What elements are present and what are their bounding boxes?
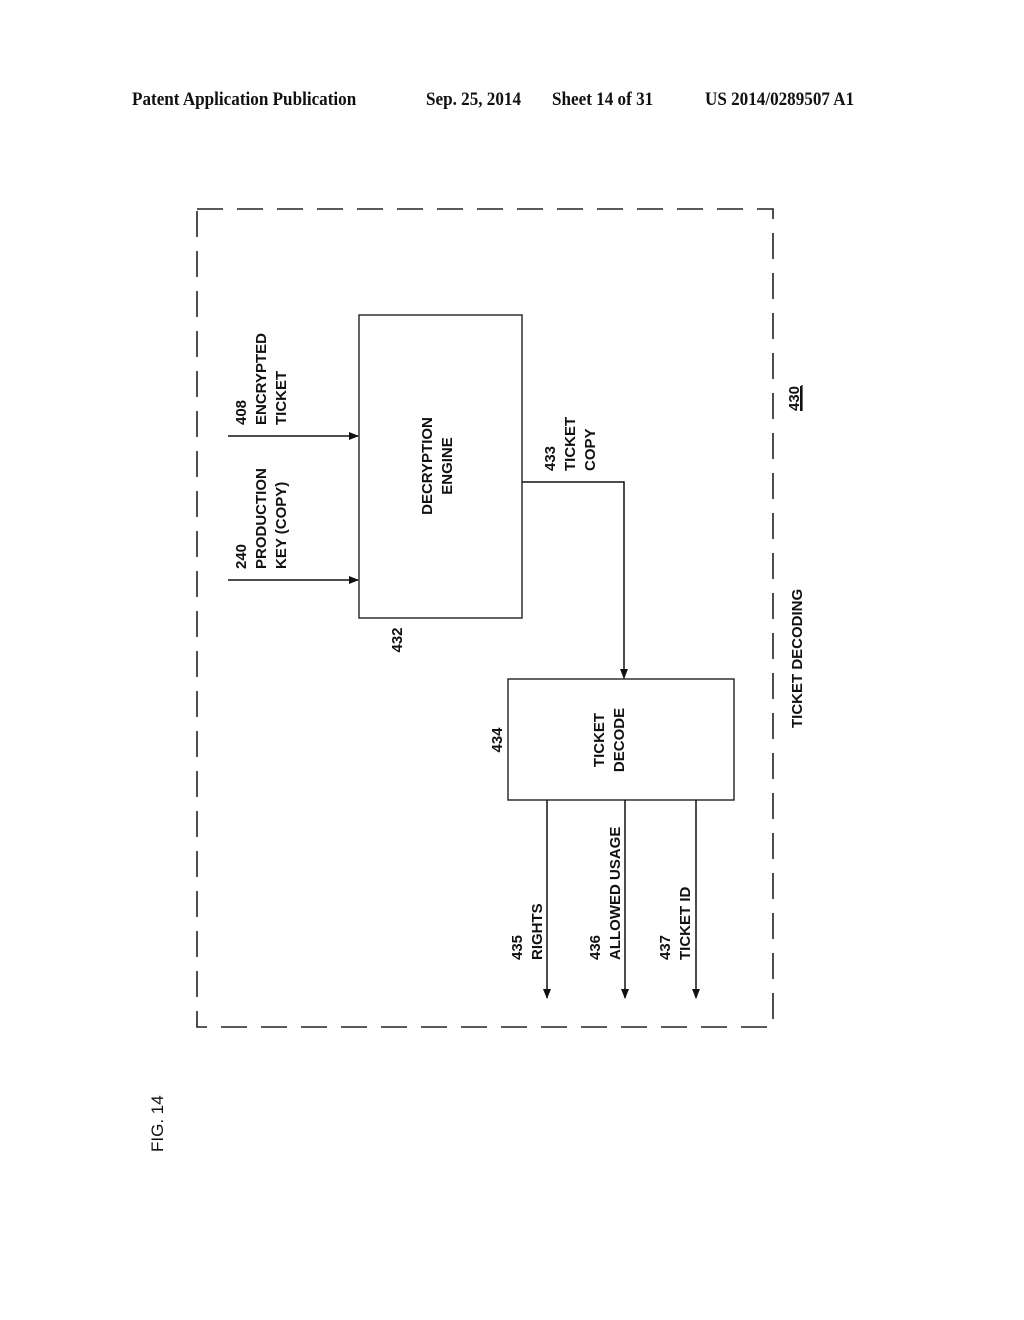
ticket-decode-ref: 434 bbox=[489, 727, 506, 753]
encrypted-ticket-ref: 408 bbox=[233, 400, 250, 425]
ticket-copy-ref: 433 bbox=[542, 446, 559, 471]
allowed-usage-label: ALLOWED USAGE bbox=[607, 827, 624, 960]
encrypted-ticket-label-1: ENCRYPTED bbox=[253, 333, 270, 425]
ticket-decode-label-1: TICKET bbox=[591, 713, 608, 767]
production-key-ref: 240 bbox=[233, 544, 250, 569]
decryption-engine-ref: 432 bbox=[389, 627, 406, 652]
figure-diagram: DECRYPTION ENGINE 432 TICKET DECODE 434 … bbox=[148, 208, 806, 1152]
ticket-copy-label-2: COPY bbox=[582, 428, 599, 471]
ticket-decoding-title: TICKET DECODING bbox=[789, 589, 806, 728]
ticket-decoding-ref: 430 bbox=[786, 386, 803, 411]
rights-ref: 435 bbox=[509, 935, 526, 960]
decryption-engine-label-2: ENGINE bbox=[439, 437, 456, 495]
ticket-id-ref: 437 bbox=[657, 935, 674, 960]
ticket-id-label: TICKET ID bbox=[677, 887, 694, 960]
figure-label: FIG. 14 bbox=[148, 1095, 167, 1152]
production-key-label-2: KEY (COPY) bbox=[273, 482, 290, 569]
ticket-copy-label-1: TICKET bbox=[562, 417, 579, 471]
decryption-engine-label-1: DECRYPTION bbox=[419, 417, 436, 515]
allowed-usage-ref: 436 bbox=[587, 935, 604, 960]
encrypted-ticket-label-2: TICKET bbox=[273, 371, 290, 425]
ticket-decode-label-2: DECODE bbox=[611, 708, 628, 772]
ticket-copy-arrow bbox=[522, 481, 628, 679]
production-key-label-1: PRODUCTION bbox=[253, 468, 270, 569]
rights-label: RIGHTS bbox=[529, 903, 546, 960]
